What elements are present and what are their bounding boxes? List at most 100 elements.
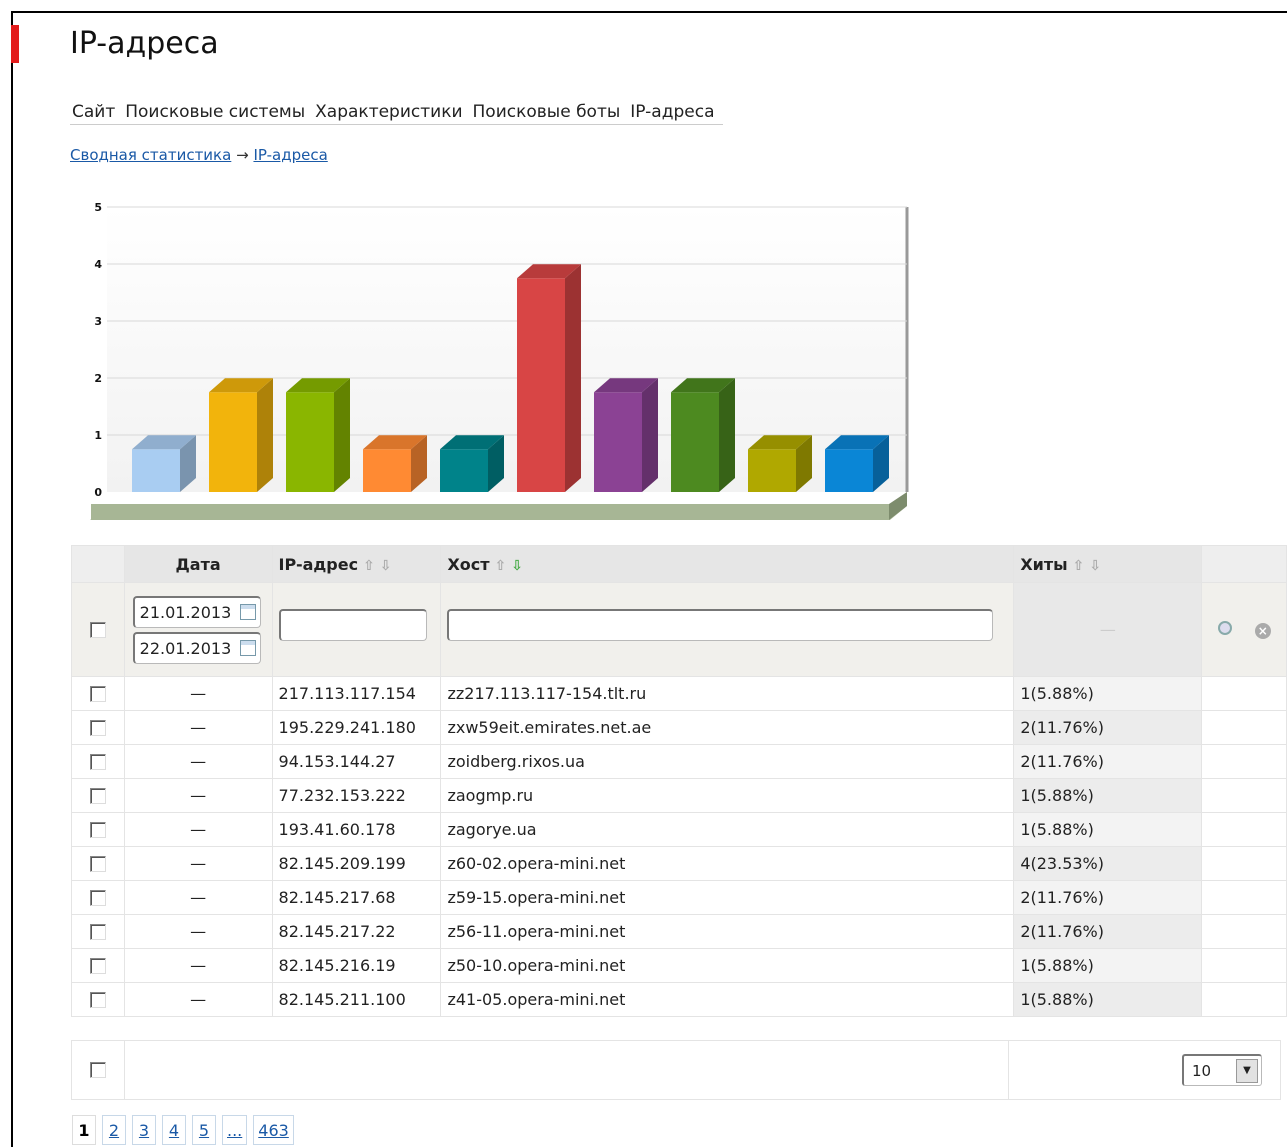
row-hits-text: 1(5.88%)	[1020, 956, 1094, 975]
row-host: z56-11.opera-mini.net	[440, 914, 1015, 949]
row-host: zz217.113.117-154.tlt.ru	[440, 676, 1015, 711]
table-row: — 195.229.241.180 zxw59eit.emirates.net.ae…	[71, 710, 1287, 745]
sort-down-icon[interactable]: ⇩	[1089, 558, 1101, 574]
sort-down-icon[interactable]: ⇩	[380, 558, 392, 574]
sort-down-active-icon[interactable]: ⇩	[511, 558, 523, 574]
row-checkbox[interactable]	[89, 855, 106, 872]
page-link[interactable]: 2	[102, 1115, 126, 1145]
row-ip: 82.145.211.100	[271, 982, 442, 1017]
page-link[interactable]: 5	[192, 1115, 216, 1145]
table-row: — 94.153.144.27 zoidberg.rixos.ua 2(11.76%)	[71, 744, 1287, 779]
tab-search-engines[interactable]: Поисковые системы	[123, 100, 313, 122]
row-checkbox[interactable]	[89, 685, 106, 702]
row-select-cell	[71, 778, 125, 813]
bar-side	[565, 264, 581, 492]
row-select-cell	[71, 982, 125, 1017]
row-host: zoidberg.rixos.ua	[440, 744, 1015, 779]
hits-bar-chart: 0 1 2 3 4 5	[90, 201, 909, 520]
row-checkbox[interactable]	[89, 787, 106, 804]
title-accent	[11, 25, 19, 63]
date-from-input[interactable]: 21.01.2013	[132, 595, 261, 628]
row-ip: 193.41.60.178	[271, 812, 442, 847]
row-checkbox[interactable]	[89, 957, 106, 974]
header-host[interactable]: Хост ⇧ ⇩	[440, 545, 1015, 583]
header-ip[interactable]: IP-адрес ⇧ ⇩	[271, 545, 442, 583]
bar	[440, 449, 488, 492]
row-date-text: —	[190, 684, 207, 703]
row-checkbox[interactable]	[89, 923, 106, 940]
breadcrumb-current-link[interactable]: IP-адреса	[253, 146, 327, 164]
row-hits-text: 2(11.76%)	[1020, 752, 1104, 771]
row-checkbox[interactable]	[89, 753, 106, 770]
footer-select-cell	[71, 1040, 125, 1100]
page-link[interactable]: 463	[253, 1115, 294, 1145]
calendar-icon[interactable]	[239, 604, 256, 620]
row-actions-cell	[1201, 982, 1287, 1017]
ip-filter-input[interactable]	[278, 608, 427, 641]
date-to-input[interactable]: 22.01.2013	[132, 631, 261, 664]
row-checkbox[interactable]	[89, 991, 106, 1008]
page-link[interactable]: 4	[162, 1115, 186, 1145]
row-hits: 2(11.76%)	[1013, 914, 1203, 949]
row-hits-text: 2(11.76%)	[1020, 888, 1104, 907]
row-checkbox[interactable]	[89, 821, 106, 838]
tab-ip-addresses[interactable]: IP-адреса	[628, 100, 722, 122]
row-checkbox[interactable]	[89, 889, 106, 906]
tab-search-bots[interactable]: Поисковые боты	[471, 100, 629, 122]
breadcrumb-root-link[interactable]: Сводная статистика	[70, 146, 231, 164]
row-select-cell	[71, 710, 125, 745]
tab-characteristics[interactable]: Характеристики	[313, 100, 470, 122]
row-hits: 2(11.76%)	[1013, 880, 1203, 915]
sort-up-icon[interactable]: ⇧	[495, 558, 507, 574]
bar	[209, 392, 257, 492]
row-date-text: —	[190, 956, 207, 975]
tab-site[interactable]: Сайт	[70, 100, 123, 122]
row-checkbox[interactable]	[89, 719, 106, 736]
filter-host-cell	[440, 582, 1015, 677]
page-link[interactable]: 3	[132, 1115, 156, 1145]
page-link[interactable]: ...	[222, 1115, 248, 1145]
pagination: 1 2 3 4 5... 463	[72, 1115, 294, 1145]
bar	[671, 392, 719, 492]
row-hits-text: 2(11.76%)	[1020, 922, 1104, 941]
row-hits-text: 1(5.88%)	[1020, 990, 1094, 1009]
row-select-cell	[71, 744, 125, 779]
row-ip: 195.229.241.180	[271, 710, 442, 745]
select-all-checkbox[interactable]	[89, 621, 106, 638]
host-filter-input[interactable]	[447, 608, 994, 641]
calendar-icon[interactable]	[239, 640, 256, 656]
bar	[363, 449, 411, 492]
table-row: — 193.41.60.178 zagorye.ua 1(5.88%)	[71, 812, 1287, 847]
footer-spacer	[124, 1040, 1009, 1100]
row-select-cell	[71, 812, 125, 847]
row-ip: 82.145.217.22	[271, 914, 442, 949]
row-actions-cell	[1201, 812, 1287, 847]
search-icon[interactable]	[1217, 621, 1232, 635]
row-ip: 77.232.153.222	[271, 778, 442, 813]
bar	[132, 449, 180, 492]
row-ip-text: 82.145.211.100	[278, 990, 406, 1009]
footer-row: 10 ▼	[71, 1040, 1281, 1100]
sort-up-icon[interactable]: ⇧	[1073, 558, 1085, 574]
footer-select-checkbox[interactable]	[90, 1062, 106, 1078]
row-select-cell	[71, 948, 125, 983]
per-page-select[interactable]: 10 ▼	[1182, 1054, 1262, 1086]
chart-floor-front	[91, 504, 889, 520]
row-actions-cell	[1201, 914, 1287, 949]
row-host: z59-15.opera-mini.net	[440, 880, 1015, 915]
header-date[interactable]: Дата	[123, 545, 273, 583]
clear-filter-icon[interactable]: ×	[1254, 623, 1271, 639]
bar-side	[334, 378, 350, 492]
row-hits: 1(5.88%)	[1013, 778, 1203, 813]
row-ip-text: 82.145.217.22	[278, 922, 396, 941]
filter-row: 21.01.2013 22.01.2013 — ×	[71, 582, 1287, 677]
sort-up-icon[interactable]: ⇧	[363, 558, 375, 574]
header-hits[interactable]: Хиты ⇧ ⇩	[1013, 545, 1203, 583]
row-actions-cell	[1201, 744, 1287, 779]
chevron-down-icon[interactable]: ▼	[1236, 1058, 1258, 1083]
row-date: —	[123, 948, 273, 983]
row-hits-text: 1(5.88%)	[1020, 820, 1094, 839]
row-host: z60-02.opera-mini.net	[440, 846, 1015, 881]
breadcrumb: Сводная статистика → IP-адреса	[70, 146, 328, 164]
table-row: — 217.113.117.154 zz217.113.117-154.tlt.ru…	[71, 676, 1287, 711]
